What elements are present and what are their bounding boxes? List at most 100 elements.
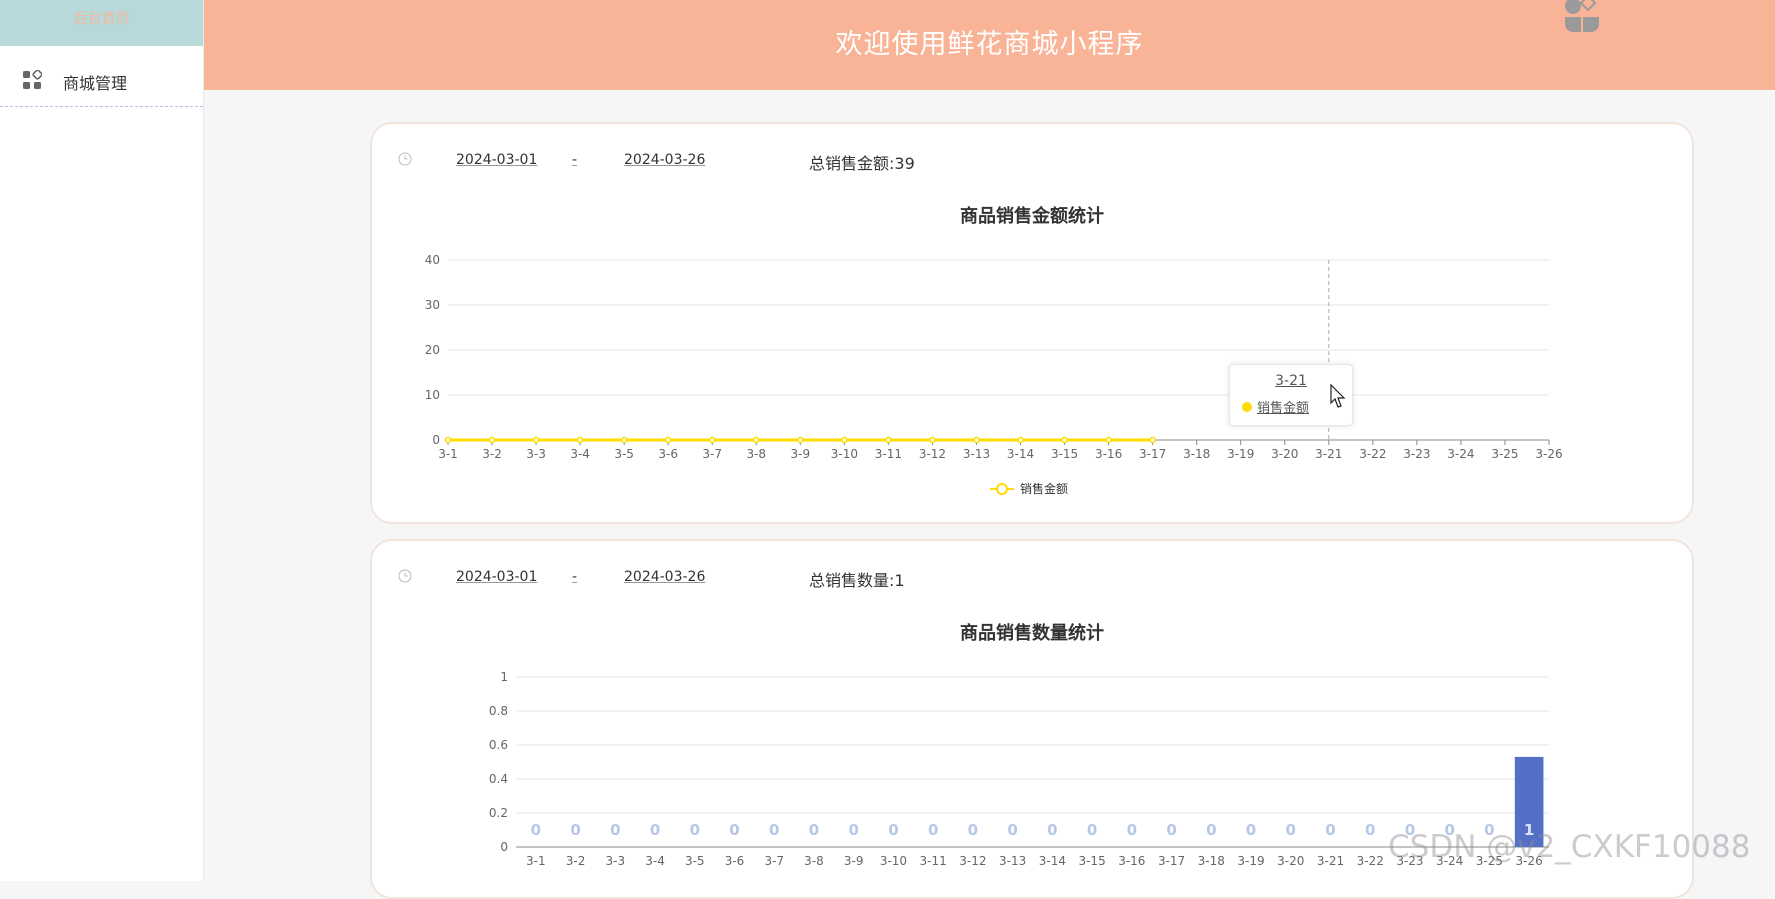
y-tick-label: 30 — [425, 298, 440, 312]
x-tick-label: 3-18 — [1198, 854, 1225, 868]
watermark: CSDN @v2_CXKF10088 — [1388, 829, 1751, 865]
bar-value-label: 0 — [1206, 821, 1216, 839]
top-header: 欢迎使用鲜花商城小程序 — [204, 0, 1775, 90]
tooltip-series-name: 销售金额 — [1257, 401, 1310, 416]
x-tick-label: 3-10 — [880, 854, 907, 868]
bar-value-label: 0 — [809, 821, 819, 839]
legend-label: 销售金额 — [1020, 481, 1068, 496]
avatar-icon[interactable] — [1564, 0, 1600, 34]
bar-value-label: 0 — [610, 821, 620, 839]
sidebar-item-mall-management[interactable]: 商城管理 — [0, 46, 203, 107]
data-point — [488, 436, 496, 444]
bar-value-label: 0 — [1087, 821, 1097, 839]
bar-value-label: 0 — [1325, 821, 1335, 839]
y-tick-label: 1 — [500, 670, 508, 684]
bar-value-label: 0 — [848, 821, 858, 839]
data-point — [444, 436, 452, 444]
data-point — [576, 436, 584, 444]
bar-value-label: 0 — [1166, 821, 1176, 839]
y-tick-label: 0 — [500, 840, 508, 854]
sales-amount-line-chart[interactable]: 0 10 20 30 40 3-1 3-2 3-3 3-4 3-5 3-6 3-7 3-8 3-9 3-10… — [372, 124, 1692, 522]
data-point — [1017, 436, 1024, 444]
x-tick-label: 3-12 — [959, 854, 986, 868]
bar-value-label: 0 — [928, 821, 938, 839]
bar-value-label: 0 — [1007, 821, 1017, 839]
y-tick-label: 0 — [432, 433, 440, 447]
x-tick-label: 3-5 — [685, 854, 705, 868]
x-tick-label: 3-16 — [1118, 854, 1145, 868]
sales-amount-panel: 2024-03-01 - 2024-03-26 总销售金额:39 商品销售金额统… — [370, 122, 1694, 524]
data-point — [1149, 436, 1156, 444]
bar-value-label: 0 — [1286, 821, 1296, 839]
x-tick-label: 3-16 — [1095, 447, 1122, 461]
x-tick-label: 3-14 — [1007, 447, 1034, 461]
x-tick-label: 3-7 — [702, 447, 722, 461]
x-tick-label: 3-9 — [791, 447, 811, 461]
x-tick-label: 3-15 — [1078, 854, 1105, 868]
x-tick-label: 3-3 — [526, 447, 546, 461]
x-tick-label: 3-4 — [570, 447, 590, 461]
x-tick-label: 3-2 — [482, 447, 502, 461]
x-tick-label: 3-23 — [1403, 447, 1430, 461]
x-tick-label: 3-19 — [1227, 447, 1254, 461]
x-tick-label: 3-1 — [526, 854, 546, 868]
data-point — [797, 436, 804, 444]
bar-value-label: 0 — [888, 821, 898, 839]
x-tick-label: 3-21 — [1317, 854, 1344, 868]
x-tick-label: 3-8 — [804, 854, 824, 868]
x-tick-label: 3-11 — [920, 854, 947, 868]
data-point — [708, 436, 716, 444]
data-point — [753, 436, 760, 444]
y-tick-label: 20 — [425, 343, 440, 357]
data-point — [973, 436, 980, 444]
x-tick-label: 3-1 — [438, 447, 458, 461]
x-tick-label: 3-20 — [1277, 854, 1304, 868]
x-tick-label: 3-12 — [919, 447, 946, 461]
y-tick-label: 0.6 — [489, 738, 508, 752]
x-tick-label: 3-13 — [999, 854, 1026, 868]
x-tick-label: 3-9 — [844, 854, 864, 868]
x-tick-label: 3-15 — [1051, 447, 1078, 461]
sidebar: 后台首页 商城管理 — [0, 0, 204, 881]
page-title: 欢迎使用鲜花商城小程序 — [835, 29, 1144, 60]
data-point — [620, 436, 628, 444]
bar-value-label: 0 — [690, 821, 700, 839]
x-tick-label: 3-8 — [746, 447, 766, 461]
bar-value-label: 0 — [1246, 821, 1256, 839]
x-tick-label: 3-25 — [1491, 447, 1518, 461]
data-point — [1061, 436, 1068, 444]
x-tick-label: 3-7 — [764, 854, 784, 868]
sidebar-item-home[interactable]: 后台首页 — [0, 0, 203, 46]
x-tick-label: 3-4 — [645, 854, 665, 868]
x-tick-label: 3-26 — [1535, 447, 1562, 461]
y-tick-label: 40 — [425, 253, 440, 267]
x-tick-label: 3-5 — [614, 447, 634, 461]
y-tick-label: 10 — [425, 388, 440, 402]
x-tick-label: 3-19 — [1237, 854, 1264, 868]
x-tick-label: 3-22 — [1357, 854, 1384, 868]
x-tick-label: 3-18 — [1183, 447, 1210, 461]
x-tick-label: 3-17 — [1139, 447, 1166, 461]
x-tick-label: 3-24 — [1447, 447, 1474, 461]
x-tick-label: 3-22 — [1359, 447, 1386, 461]
x-tick-label: 3-20 — [1271, 447, 1298, 461]
x-tick-label: 3-21 — [1315, 447, 1342, 461]
bar-value-label: 0 — [1127, 821, 1137, 839]
y-tick-label: 0.2 — [489, 806, 508, 820]
bar-value-label: 0 — [531, 821, 541, 839]
mouse-cursor-icon — [1330, 384, 1346, 408]
bar-value-label: 0 — [650, 821, 660, 839]
tooltip-series-marker — [1242, 402, 1252, 412]
legend-marker — [996, 483, 1008, 495]
bar-value-label: 0 — [1365, 821, 1375, 839]
data-point — [885, 436, 892, 444]
y-tick-label: 0.4 — [489, 772, 508, 786]
data-point — [841, 436, 848, 444]
bar-value-label: 0 — [769, 821, 779, 839]
bar-value-label: 0 — [729, 821, 739, 839]
x-tick-label: 3-14 — [1039, 854, 1066, 868]
bar-value-label: 0 — [968, 821, 978, 839]
x-tick-label: 3-6 — [658, 447, 678, 461]
x-tick-label: 3-10 — [831, 447, 858, 461]
sidebar-item-mall-management-label: 商城管理 — [63, 74, 128, 93]
